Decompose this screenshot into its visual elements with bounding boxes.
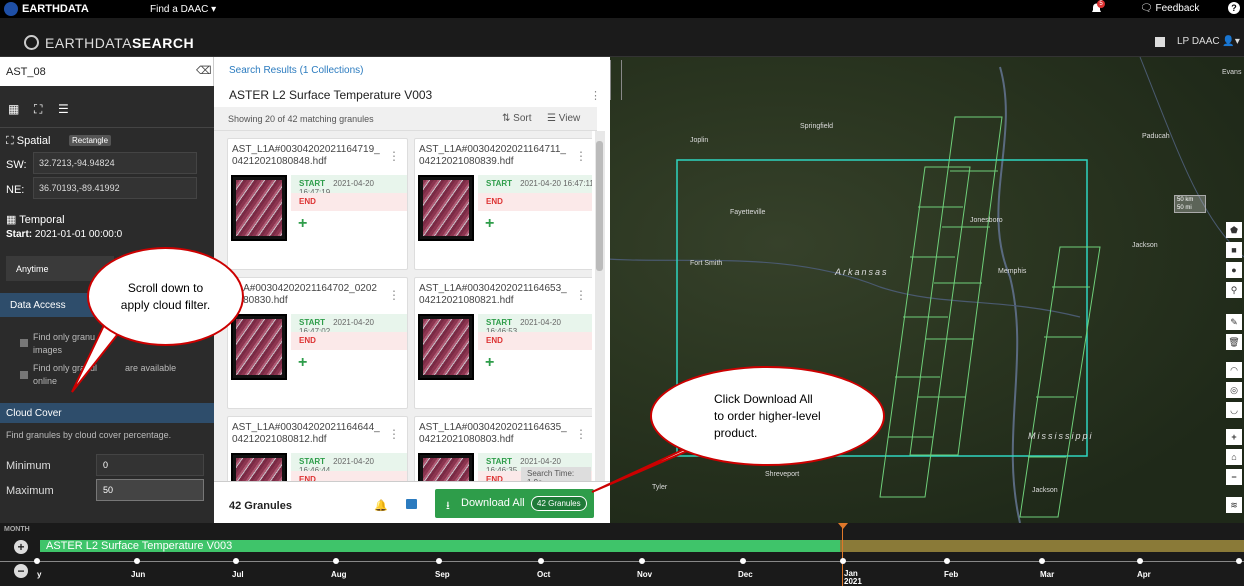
callout-scroll-down: Scroll down to apply cloud filter.: [87, 247, 244, 346]
earthdata-search-app: EARTHDATA Find a DAAC ▾ 5 🗨 Feedback ? E…: [0, 0, 1244, 586]
callout-download-all: Click Download All to order higher-level…: [650, 366, 885, 466]
